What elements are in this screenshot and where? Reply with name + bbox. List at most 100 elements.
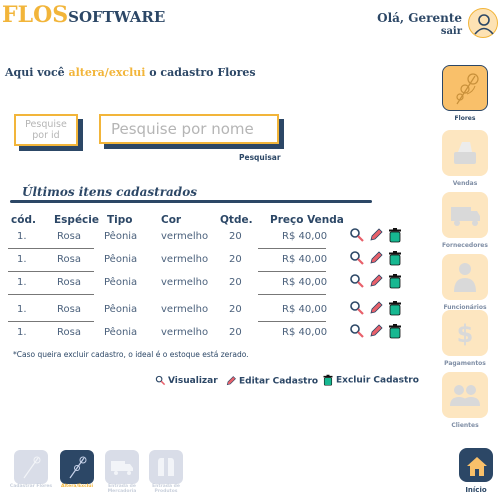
user-icon <box>474 14 494 35</box>
row-underline <box>258 248 326 249</box>
subtitle-pre: Aqui você <box>5 66 69 79</box>
bottom-nav-mercadoria[interactable] <box>105 450 139 484</box>
sidebar-icon-box <box>442 192 488 238</box>
sidebar-item-label: Flores <box>454 115 476 122</box>
view-icon[interactable] <box>349 227 365 243</box>
bottom-nav-label: Cadastrar Flores <box>9 484 53 489</box>
row-underline <box>8 248 94 249</box>
logo-flos: FLOS <box>2 2 69 28</box>
bottom-nav-label: Entrada de Produtos <box>152 484 180 494</box>
bottom-nav-produtos[interactable] <box>149 450 183 484</box>
cell-price: R$ 40,00 <box>282 304 328 315</box>
view-icon[interactable] <box>349 300 365 316</box>
cell-price: R$ 40,00 <box>282 254 328 265</box>
logout-link[interactable]: sair <box>377 26 462 37</box>
section-title: Últimos itens cadastrados <box>22 185 197 199</box>
sidebar-item-label: Vendas <box>452 180 478 187</box>
flower-icon <box>456 73 479 105</box>
home-label: Início <box>465 486 487 494</box>
delete-icon[interactable] <box>387 273 403 289</box>
dollar-icon: $ <box>457 320 474 348</box>
sidebar-item-flores[interactable]: Flores <box>442 65 488 122</box>
search-name-input[interactable]: Pesquise por nome <box>99 114 279 144</box>
section-divider <box>10 200 372 203</box>
cell-species: Rosa <box>57 277 81 288</box>
cell-price: R$ 40,00 <box>282 231 328 242</box>
edit-icon[interactable] <box>368 273 384 289</box>
flower-icon <box>23 456 41 479</box>
edit-icon[interactable] <box>368 227 384 243</box>
bottom-nav-label: Entrada de Mercadoria <box>107 484 137 494</box>
cell-type: Pêonia <box>104 254 138 265</box>
table-row: 1. Rosa Pêonia vermelho 20 R$ 40,00 <box>0 274 420 297</box>
cell-species: Rosa <box>57 304 81 315</box>
search-id-input[interactable]: Pesquise por id <box>14 114 78 146</box>
cell-code: 1. <box>17 327 27 338</box>
cell-type: Pêonia <box>104 277 138 288</box>
view-icon[interactable] <box>349 250 365 266</box>
view-icon <box>155 375 166 386</box>
cell-quantity: 20 <box>229 254 242 265</box>
delete-icon[interactable] <box>387 323 403 339</box>
legend-view-label: Visualizar <box>168 376 218 386</box>
delete-icon[interactable] <box>387 227 403 243</box>
cell-species: Rosa <box>57 231 81 242</box>
sidebar-icon-box <box>442 254 488 300</box>
cell-color: vermelho <box>161 277 209 288</box>
edit-icon[interactable] <box>368 323 384 339</box>
header-quantity: Qtde. <box>220 214 253 226</box>
page-title: Aqui você altera/exclui o cadastro Flore… <box>5 66 256 79</box>
sidebar-item-fornecedores[interactable]: Fornecedores <box>442 192 488 249</box>
view-icon[interactable] <box>349 323 365 339</box>
header-code: cód. <box>11 214 36 226</box>
sidebar-icon-box <box>442 372 488 418</box>
sales-icon <box>454 142 476 164</box>
subtitle-post: o cadastro Flores <box>145 66 256 79</box>
cell-code: 1. <box>17 277 27 288</box>
sidebar-item-label: Pagamentos <box>444 360 486 367</box>
bottom-nav-label: Altera/Exclui <box>60 484 94 489</box>
sidebar-item-home[interactable]: Início <box>459 448 493 494</box>
home-icon <box>467 457 487 476</box>
legend-delete-label: Excluir Cadastro <box>336 375 419 386</box>
app-logo[interactable]: FLOSSOFTWARE <box>2 2 165 28</box>
bottom-nav-altera[interactable] <box>60 450 94 484</box>
cell-quantity: 20 <box>229 304 242 315</box>
sidebar-icon-box <box>459 448 493 482</box>
clients-icon <box>450 385 480 406</box>
sidebar-item-vendas[interactable]: Vendas <box>442 130 488 187</box>
edit-icon[interactable] <box>368 250 384 266</box>
cell-quantity: 20 <box>229 277 242 288</box>
cell-color: vermelho <box>161 327 209 338</box>
avatar[interactable] <box>468 8 498 38</box>
bottom-nav-cadastrar[interactable] <box>14 450 48 484</box>
employee-icon <box>454 263 476 292</box>
cell-species: Rosa <box>57 327 81 338</box>
subtitle-highlight: altera/exclui <box>68 66 146 79</box>
sidebar-item-label: Fornecedores <box>442 242 488 249</box>
cell-quantity: 20 <box>229 231 242 242</box>
page: FLOSSOFTWARE Olá, Gerente sair Aqui você… <box>0 0 500 500</box>
sidebar-icon-box: $ <box>442 310 488 356</box>
cell-price: R$ 40,00 <box>282 277 328 288</box>
cell-type: Pêonia <box>104 304 138 315</box>
row-underline <box>8 271 94 272</box>
view-icon[interactable] <box>349 273 365 289</box>
flower-icon <box>69 456 87 479</box>
header-price: Preço Venda <box>270 214 344 226</box>
delete-icon[interactable] <box>387 250 403 266</box>
sidebar-item-clientes[interactable]: Clientes <box>442 372 488 429</box>
cell-type: Pêonia <box>104 327 138 338</box>
cell-type: Pêonia <box>104 231 138 242</box>
sidebar-icon-box <box>442 65 488 111</box>
legend-edit-label: Editar Cadastro <box>239 376 319 387</box>
edit-icon[interactable] <box>368 300 384 316</box>
search-button[interactable]: Pesquisar <box>239 153 281 162</box>
header-color: Cor <box>161 214 182 226</box>
header-type: Tipo <box>107 214 133 226</box>
legend-view: Visualizar <box>155 375 218 386</box>
delete-icon[interactable] <box>387 300 403 316</box>
table-row: 1. Rosa Pêonia vermelho 20 R$ 40,00 <box>0 228 420 251</box>
sidebar-item-pagamentos[interactable]: $ Pagamentos <box>442 310 488 367</box>
sidebar-item-funcionarios[interactable]: Funcionários <box>442 254 488 311</box>
